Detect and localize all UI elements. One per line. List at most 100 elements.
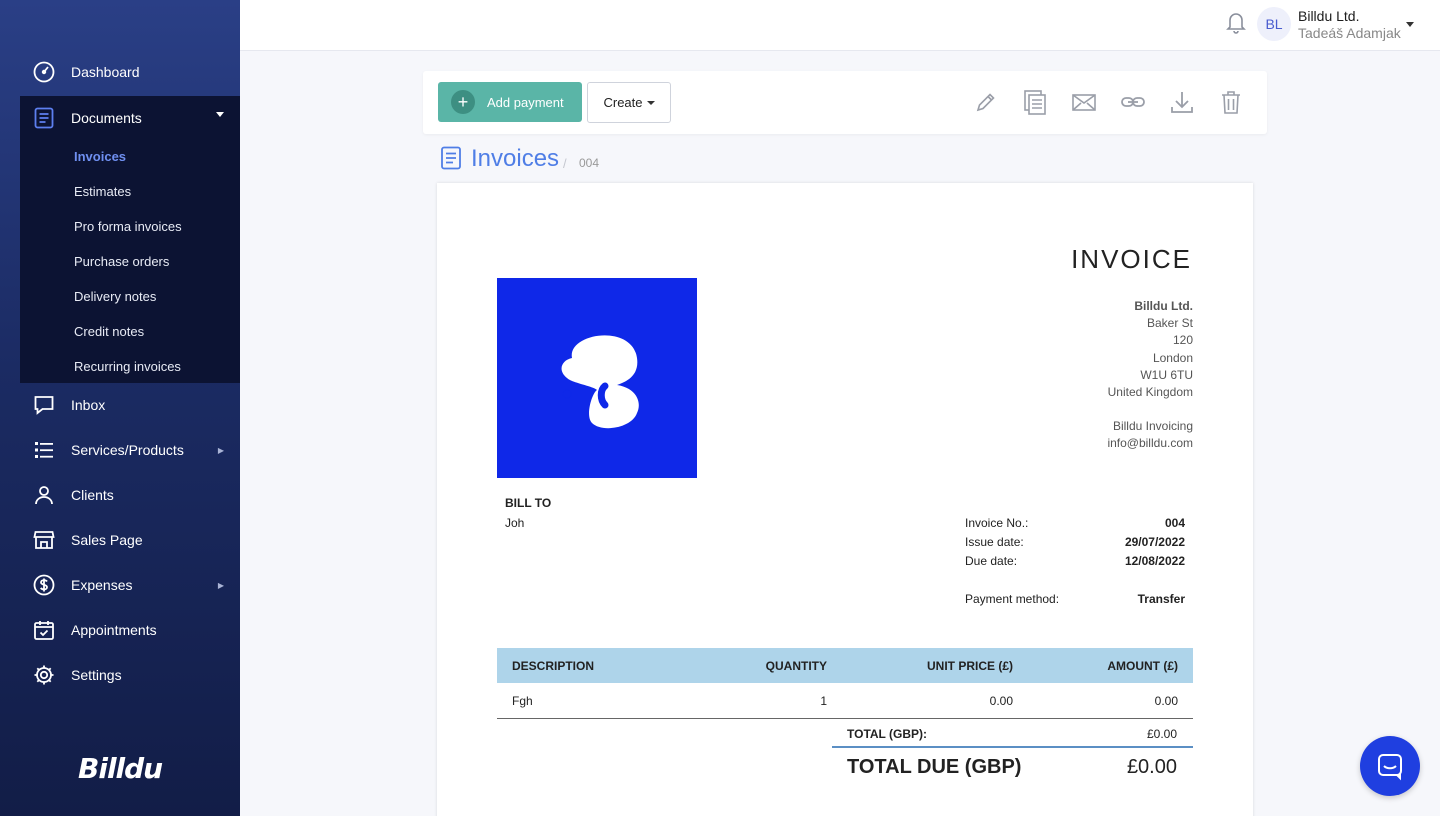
- breadcrumb-separator: /: [563, 156, 567, 171]
- seller-name: Billdu Ltd.: [1134, 299, 1193, 313]
- total-due-label: TOTAL DUE (GBP): [847, 756, 1022, 778]
- sidebar-item-label: Settings: [71, 667, 122, 683]
- chat-button[interactable]: [1360, 736, 1420, 796]
- plus-icon: +: [451, 90, 475, 114]
- person-icon: [32, 483, 56, 507]
- sidebar-item-label: Expenses: [71, 577, 133, 593]
- company-logo: [497, 278, 697, 478]
- seller-email: info@billdu.com: [1107, 436, 1193, 451]
- sidebar-subitem-recurring-invoices[interactable]: Recurring invoices: [74, 359, 181, 374]
- calendar-check-icon: [32, 618, 56, 642]
- chevron-down-icon[interactable]: [1406, 22, 1414, 27]
- row-divider: [497, 718, 1193, 719]
- sidebar-item-settings[interactable]: Settings: [0, 653, 240, 697]
- list-icon: [32, 438, 56, 462]
- due-date-label: Due date:: [965, 554, 1018, 568]
- sidebar-subitem-estimates[interactable]: Estimates: [74, 184, 131, 199]
- billdu-logo[interactable]: Billdu: [78, 752, 163, 785]
- column-header-description: DESCRIPTION: [512, 659, 595, 673]
- chevron-right-icon: ▶: [217, 580, 224, 590]
- item-unit-price: 0.00: [989, 694, 1013, 708]
- issue-date-value: 29/07/2022: [1124, 535, 1185, 549]
- sidebar-item-services-products[interactable]: Services/Products ▶: [0, 428, 240, 472]
- top-bar: BL Billdu Ltd. Tadeáš Adamjak: [240, 0, 1440, 51]
- chevron-down-icon: [646, 100, 655, 105]
- document-icon: [32, 106, 56, 130]
- link-icon[interactable]: [1120, 89, 1146, 115]
- sidebar-item-label: Clients: [71, 487, 114, 503]
- sidebar-subitem-delivery-notes[interactable]: Delivery notes: [74, 289, 156, 304]
- gear-icon: [32, 663, 56, 687]
- add-payment-button[interactable]: + Add payment: [438, 82, 582, 122]
- item-quantity: 1: [820, 694, 827, 708]
- sidebar-item-sales-page[interactable]: Sales Page: [0, 518, 240, 562]
- sidebar-item-label: Dashboard: [71, 64, 140, 80]
- total-value: £0.00: [1146, 727, 1177, 741]
- seller-address: Billdu Ltd. Baker St 120 London W1U 6TU …: [1107, 298, 1193, 453]
- documents-section: Documents Invoices Estimates Pro forma i…: [20, 96, 240, 383]
- sidebar-item-label: Sales Page: [71, 532, 143, 548]
- column-header-quantity: QUANTITY: [765, 659, 827, 673]
- copy-icon[interactable]: [1022, 89, 1048, 115]
- seller-postcode: W1U 6TU: [1140, 367, 1193, 382]
- sidebar-item-appointments[interactable]: Appointments: [0, 608, 240, 652]
- invoice-no-label: Invoice No.:: [965, 516, 1029, 530]
- sidebar-subitem-credit-notes[interactable]: Credit notes: [74, 324, 144, 339]
- seller-street: Baker St: [1146, 316, 1193, 331]
- gauge-icon: [32, 60, 56, 84]
- seller-contact-name: Billdu Invoicing: [1112, 419, 1193, 434]
- avatar[interactable]: BL: [1257, 7, 1291, 41]
- sidebar-item-clients[interactable]: Clients: [0, 473, 240, 517]
- issue-date-label: Issue date:: [965, 535, 1024, 549]
- chevron-right-icon: ▶: [217, 445, 224, 455]
- column-header-amount: AMOUNT (£): [1107, 659, 1178, 673]
- account-user-name[interactable]: Tadeáš Adamjak: [1298, 25, 1401, 41]
- seller-country: United Kingdom: [1107, 385, 1193, 400]
- storefront-icon: [32, 528, 56, 552]
- add-payment-label: Add payment: [487, 94, 564, 110]
- sidebar-item-label: Appointments: [71, 622, 157, 638]
- item-amount: 0.00: [1154, 694, 1178, 708]
- document-toolbar: + Add payment Create: [423, 71, 1267, 134]
- sidebar-subitem-purchase-orders[interactable]: Purchase orders: [74, 254, 169, 269]
- account-company[interactable]: Billdu Ltd.: [1298, 8, 1359, 24]
- item-description: Fgh: [512, 694, 533, 708]
- chat-icon: [1378, 754, 1402, 781]
- dollar-circle-icon: [32, 573, 56, 597]
- items-table-header: DESCRIPTION QUANTITY UNIT PRICE (£) AMOU…: [497, 648, 1193, 683]
- due-date-value: 12/08/2022: [1124, 554, 1185, 568]
- payment-method-value: Transfer: [1137, 592, 1185, 606]
- sidebar-item-dashboard[interactable]: Dashboard: [0, 50, 240, 94]
- sidebar-item-expenses[interactable]: Expenses ▶: [0, 563, 240, 607]
- bill-to-client: Joh: [505, 516, 525, 530]
- invoice-preview: INVOICE Billdu Ltd. Baker St 120 London …: [437, 183, 1253, 816]
- document-icon: [440, 146, 462, 175]
- sidebar: Dashboard Documents Invoices Estimates P…: [0, 0, 240, 816]
- trash-icon[interactable]: [1218, 89, 1244, 115]
- column-header-unit-price: UNIT PRICE (£): [926, 659, 1013, 673]
- sidebar-item-label: Services/Products: [71, 442, 184, 458]
- sidebar-item-documents[interactable]: Documents: [0, 96, 240, 140]
- download-icon[interactable]: [1169, 89, 1195, 115]
- breadcrumb-invoices-link[interactable]: Invoices: [471, 145, 559, 173]
- sidebar-item-inbox[interactable]: Inbox: [0, 383, 240, 427]
- bill-to-heading: BILL TO: [505, 496, 552, 510]
- sidebar-item-label: Documents: [71, 110, 142, 126]
- sidebar-subitem-invoices[interactable]: Invoices: [74, 149, 126, 164]
- invoice-title: INVOICE: [1071, 244, 1192, 274]
- breadcrumb-current: 004: [579, 156, 600, 170]
- chevron-down-icon: [216, 112, 224, 117]
- create-dropdown[interactable]: Create: [587, 82, 671, 123]
- payment-method-label: Payment method:: [965, 592, 1060, 606]
- total-label: TOTAL (GBP):: [847, 727, 927, 741]
- envelope-icon[interactable]: [1071, 89, 1097, 115]
- seller-number: 120: [1172, 333, 1193, 348]
- bell-icon[interactable]: [1225, 10, 1247, 39]
- sidebar-item-label: Inbox: [71, 397, 106, 413]
- create-label: Create: [603, 95, 643, 110]
- pencil-icon[interactable]: [973, 89, 999, 115]
- invoice-no-value: 004: [1164, 516, 1185, 530]
- chat-bubble-icon: [32, 393, 56, 417]
- total-due-value: £0.00: [1126, 756, 1177, 778]
- sidebar-subitem-pro-forma[interactable]: Pro forma invoices: [74, 219, 182, 234]
